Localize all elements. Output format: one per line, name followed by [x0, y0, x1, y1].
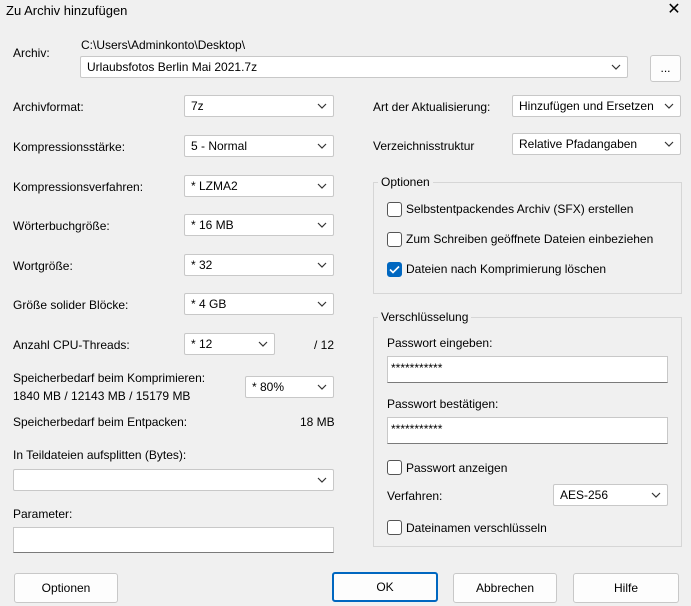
- password-confirm-label: Passwort bestätigen:: [387, 397, 499, 411]
- password-confirm-input[interactable]: ***********: [387, 417, 668, 444]
- mem-comp-label: Speicherbedarf beim Komprimieren:: [13, 371, 206, 385]
- archive-path: C:\Users\Adminkonto\Desktop\: [81, 38, 246, 52]
- format-label: Archivformat:: [13, 100, 84, 114]
- enc-method-label: Verfahren:: [387, 489, 443, 503]
- solid-value: * 4 GB: [191, 297, 227, 311]
- encrypt-names-checkbox[interactable]: [387, 520, 402, 535]
- threads-select[interactable]: * 12: [184, 333, 275, 355]
- chevron-down-icon: [650, 485, 662, 505]
- show-password-checkbox[interactable]: [387, 460, 402, 475]
- chevron-down-icon: [316, 96, 328, 116]
- chevron-down-icon: [316, 470, 328, 490]
- mem-decomp-value: 18 MB: [300, 415, 335, 429]
- method-value: * LZMA2: [191, 179, 238, 193]
- ok-button[interactable]: OK: [332, 572, 438, 602]
- update-label: Art der Aktualisierung:: [373, 100, 491, 114]
- method-select[interactable]: * LZMA2: [184, 175, 334, 197]
- method-label: Kompressionsverfahren:: [13, 180, 144, 194]
- password-value: ***********: [391, 361, 443, 375]
- cancel-button[interactable]: Abbrechen: [453, 573, 557, 603]
- archive-label: Archiv:: [13, 46, 50, 60]
- level-select[interactable]: 5 - Normal: [184, 135, 334, 157]
- chevron-down-icon: [316, 215, 328, 235]
- close-icon[interactable]: ✕: [662, 0, 686, 20]
- archive-filename-combo[interactable]: Urlaubsfotos Berlin Mai 2021.7z: [80, 56, 628, 78]
- chevron-down-icon: [663, 134, 675, 154]
- shared-label: Zum Schreiben geöffnete Dateien einbezie…: [406, 232, 654, 246]
- mem-comp-select-value: * 80%: [252, 380, 285, 394]
- params-label: Parameter:: [13, 507, 73, 521]
- chevron-down-icon: [316, 255, 328, 275]
- word-value: * 32: [191, 258, 213, 272]
- level-value: 5 - Normal: [191, 139, 248, 153]
- threads-value: * 12: [191, 337, 213, 351]
- paths-value: Relative Pfadangaben: [519, 137, 638, 151]
- update-select[interactable]: Hinzufügen und Ersetzen: [512, 95, 681, 117]
- chevron-down-icon: [663, 96, 675, 116]
- delete-checkbox[interactable]: [387, 262, 402, 277]
- password-label: Passwort eingeben:: [387, 336, 493, 350]
- chevron-down-icon: [316, 136, 328, 156]
- chevron-down-icon: [316, 176, 328, 196]
- solid-label: Größe solider Blöcke:: [13, 298, 129, 312]
- solid-select[interactable]: * 4 GB: [184, 293, 334, 315]
- checkmark-icon: [389, 265, 400, 274]
- mem-comp-select[interactable]: * 80%: [245, 376, 334, 398]
- chevron-down-icon: [257, 334, 269, 354]
- paths-select[interactable]: Relative Pfadangaben: [512, 133, 681, 155]
- delete-label: Dateien nach Komprimierung löschen: [406, 262, 607, 276]
- password-input[interactable]: ***********: [387, 356, 668, 383]
- paths-label: Verzeichnisstruktur: [373, 139, 475, 153]
- split-combo[interactable]: [13, 469, 334, 491]
- threads-max: / 12: [314, 338, 335, 352]
- dict-label: Wörterbuchgröße:: [13, 219, 110, 233]
- dict-select[interactable]: * 16 MB: [184, 214, 334, 236]
- mem-comp-value: 1840 MB / 12143 MB / 15179 MB: [13, 389, 191, 403]
- password-confirm-value: ***********: [391, 422, 443, 436]
- encrypt-names-label: Dateinamen verschlüsseln: [406, 521, 547, 535]
- options-title: Optionen: [378, 175, 433, 189]
- enc-method-value: AES-256: [560, 488, 609, 502]
- format-value: 7z: [191, 99, 204, 113]
- chevron-down-icon: [316, 377, 328, 397]
- browse-button[interactable]: ...: [650, 55, 681, 82]
- word-label: Wortgröße:: [13, 259, 73, 273]
- word-select[interactable]: * 32: [184, 254, 334, 276]
- options-button[interactable]: Optionen: [14, 573, 118, 603]
- archive-filename: Urlaubsfotos Berlin Mai 2021.7z: [87, 60, 258, 74]
- show-password-label: Passwort anzeigen: [406, 461, 508, 475]
- dict-value: * 16 MB: [191, 218, 234, 232]
- enc-method-select[interactable]: AES-256: [553, 484, 668, 506]
- help-button[interactable]: Hilfe: [573, 573, 679, 603]
- update-value: Hinzufügen und Ersetzen: [519, 99, 654, 113]
- format-select[interactable]: 7z: [184, 95, 334, 117]
- chevron-down-icon: [610, 57, 622, 77]
- encryption-title: Verschlüsselung: [378, 310, 472, 324]
- shared-checkbox[interactable]: [387, 232, 402, 247]
- mem-decomp-label: Speicherbedarf beim Entpacken:: [13, 415, 188, 429]
- sfx-checkbox[interactable]: [387, 202, 402, 217]
- split-label: In Teildateien aufsplitten (Bytes):: [13, 448, 187, 462]
- threads-label: Anzahl CPU-Threads:: [13, 338, 130, 352]
- params-input[interactable]: [13, 527, 334, 553]
- chevron-down-icon: [316, 294, 328, 314]
- sfx-label: Selbstentpackendes Archiv (SFX) erstelle…: [406, 202, 634, 216]
- level-label: Kompressionsstärke:: [13, 140, 126, 154]
- window-title: Zu Archiv hinzufügen: [6, 3, 128, 18]
